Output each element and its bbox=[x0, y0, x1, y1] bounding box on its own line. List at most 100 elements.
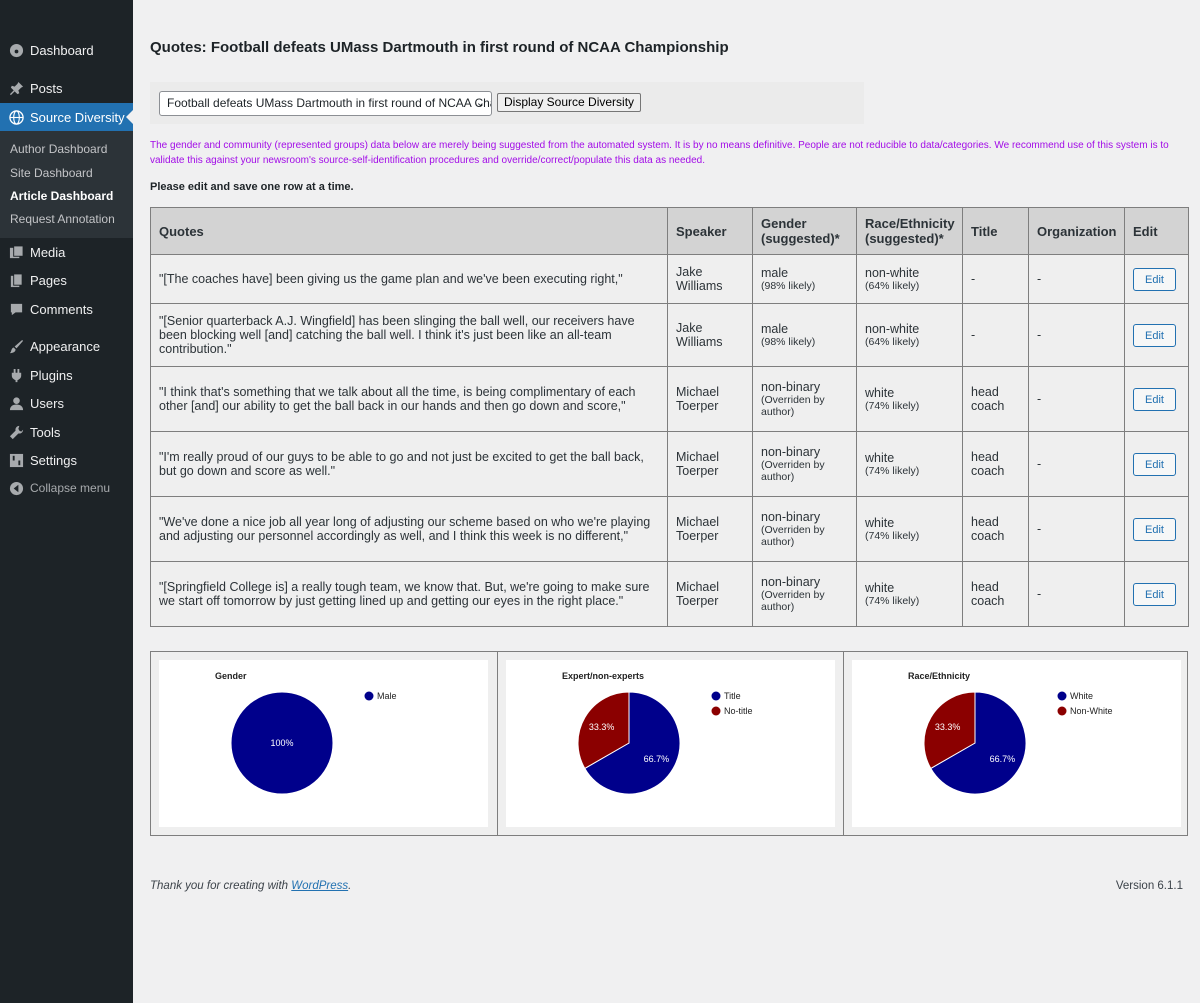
legend-swatch bbox=[711, 691, 721, 701]
organization-value: - bbox=[1037, 457, 1042, 471]
edit-button[interactable]: Edit bbox=[1133, 387, 1176, 411]
chart-title: Expert/non-experts bbox=[562, 671, 644, 681]
submenu-request-annotation[interactable]: Request Annotation bbox=[10, 212, 115, 226]
submenu-site-dashboard[interactable]: Site Dashboard bbox=[10, 166, 93, 180]
header-edit: Edit bbox=[1124, 207, 1189, 255]
legend-swatch bbox=[364, 691, 374, 701]
quote-cell: "[Springfield College is] a really tough… bbox=[150, 561, 668, 627]
expert-chart-cell: Expert/non-experts 66.7% 33.3% Title No-titl… bbox=[497, 652, 843, 835]
legend-label: No-title bbox=[724, 706, 753, 716]
footer-thanks-prefix: Thank you for creating with bbox=[150, 880, 292, 892]
speaker-cell: Michael Toerper bbox=[667, 561, 753, 627]
menu-label: Settings bbox=[30, 452, 77, 468]
race-chart-cell: Race/Ethnicity 66.7% 33.3% White Non-White bbox=[843, 652, 1187, 835]
organization-value: - bbox=[1037, 328, 1042, 342]
gender-confidence: (98% likely) bbox=[761, 280, 816, 292]
edit-cell: Edit bbox=[1124, 254, 1189, 304]
slice-label: 66.7% bbox=[644, 754, 670, 764]
expert-pie-chart: Expert/non-experts 66.7% 33.3% Title No-titl… bbox=[562, 671, 753, 795]
menu-plugins[interactable]: Plugins bbox=[0, 361, 133, 389]
race-confidence: (64% likely) bbox=[865, 336, 920, 348]
gender-cell: male (98% likely) bbox=[752, 254, 857, 304]
header-organization: Organization bbox=[1028, 207, 1125, 255]
edit-button[interactable]: Edit bbox=[1133, 267, 1176, 291]
menu-users[interactable]: Users bbox=[0, 389, 133, 417]
menu-pages[interactable]: Pages bbox=[0, 266, 133, 294]
race-confidence: (64% likely) bbox=[865, 280, 920, 292]
submenu-author-dashboard[interactable]: Author Dashboard bbox=[10, 142, 107, 156]
media-icon bbox=[8, 244, 24, 260]
edit-cell: Edit bbox=[1124, 303, 1189, 367]
menu-settings[interactable]: Settings bbox=[0, 446, 133, 474]
race-value: white bbox=[865, 386, 895, 400]
footer-version: Version 6.1.1 bbox=[1115, 880, 1183, 892]
edit-cell: Edit bbox=[1124, 431, 1189, 497]
edit-cell: Edit bbox=[1124, 496, 1189, 562]
edit-button[interactable]: Edit bbox=[1133, 517, 1176, 541]
gender-cell: non-binary (Overriden by author) bbox=[752, 366, 857, 432]
gender-confidence: (Overriden by author) bbox=[761, 459, 825, 483]
speaker-name: Michael Toerper bbox=[676, 515, 720, 543]
header-speaker: Speaker bbox=[667, 207, 753, 255]
menu-label: Pages bbox=[30, 272, 67, 288]
menu-posts[interactable]: Posts bbox=[0, 74, 133, 102]
gender-cell: non-binary (Overriden by author) bbox=[752, 561, 857, 627]
edit-instruction: Please edit and save one row at a time. bbox=[150, 181, 354, 193]
race-value: non-white bbox=[865, 266, 920, 280]
menu-source-diversity[interactable]: Source Diversity bbox=[0, 103, 133, 131]
menu-dashboard[interactable]: Dashboard bbox=[0, 36, 133, 64]
organization-cell: - bbox=[1028, 561, 1125, 627]
speaker-name: Michael Toerper bbox=[676, 580, 720, 608]
gender-value: non-binary bbox=[761, 510, 821, 524]
charts-panel: Gender 100% Male Expert/non-experts 66.7% 33… bbox=[150, 651, 1188, 836]
gender-value: male bbox=[761, 322, 789, 336]
edit-button[interactable]: Edit bbox=[1133, 323, 1176, 347]
menu-label: Comments bbox=[30, 301, 93, 317]
display-source-diversity-button[interactable]: Display Source Diversity bbox=[497, 93, 642, 112]
menu-label: Tools bbox=[30, 424, 61, 440]
table-row: "[The coaches have] been giving us the g… bbox=[150, 254, 1189, 304]
race-confidence: (74% likely) bbox=[865, 530, 920, 542]
wordpress-link[interactable]: WordPress bbox=[291, 880, 348, 892]
menu-comments[interactable]: Comments bbox=[0, 295, 133, 323]
gender-confidence: (Overriden by author) bbox=[761, 394, 825, 418]
gender-pie-chart: Gender 100% Male bbox=[215, 671, 397, 795]
race-value: white bbox=[865, 581, 895, 595]
title-value: - bbox=[971, 328, 976, 342]
legend-label: Non-White bbox=[1070, 706, 1113, 716]
organization-value: - bbox=[1037, 392, 1042, 406]
quotes-table: Quotes Speaker Gender (suggested)* Race/… bbox=[150, 207, 1189, 627]
plugin-icon bbox=[8, 367, 24, 383]
gender-cell: male (98% likely) bbox=[752, 303, 857, 367]
speaker-name: Jake Williams bbox=[676, 265, 723, 293]
menu-tools[interactable]: Tools bbox=[0, 418, 133, 446]
gender-value: non-binary bbox=[761, 380, 821, 394]
submenu-article-dashboard[interactable]: Article Dashboard bbox=[10, 189, 113, 203]
article-select[interactable]: Football defeats UMass Dartmouth in firs… bbox=[159, 91, 492, 116]
comment-icon bbox=[8, 301, 24, 317]
table-row: "[Senior quarterback A.J. Wingfield] has… bbox=[150, 303, 1189, 367]
speaker-cell: Jake Williams bbox=[667, 254, 753, 304]
header-title: Title bbox=[962, 207, 1029, 255]
pages-icon bbox=[8, 272, 24, 288]
quote-cell: "I'm really proud of our guys to be able… bbox=[150, 431, 668, 497]
speaker-cell: Michael Toerper bbox=[667, 431, 753, 497]
title-value: head coach bbox=[971, 450, 1005, 478]
collapse-menu-button[interactable]: Collapse menu bbox=[0, 474, 133, 502]
title-cell: - bbox=[962, 303, 1029, 367]
paintbrush-icon bbox=[8, 338, 24, 354]
edit-button[interactable]: Edit bbox=[1133, 452, 1176, 476]
menu-media[interactable]: Media bbox=[0, 238, 133, 266]
gender-value: male bbox=[761, 266, 789, 280]
gender-cell: non-binary (Overriden by author) bbox=[752, 431, 857, 497]
table-row: "[Springfield College is] a really tough… bbox=[150, 561, 1189, 627]
edit-button[interactable]: Edit bbox=[1133, 582, 1176, 606]
organization-cell: - bbox=[1028, 431, 1125, 497]
speaker-name: Michael Toerper bbox=[676, 450, 720, 478]
gender-chart-card: Gender 100% Male bbox=[159, 660, 488, 827]
menu-appearance[interactable]: Appearance bbox=[0, 332, 133, 360]
table-row: "We've done a nice job all year long of … bbox=[150, 496, 1189, 562]
gender-confidence: (Overriden by author) bbox=[761, 589, 825, 613]
globe-icon bbox=[8, 109, 24, 125]
dashboard-icon bbox=[8, 42, 24, 58]
